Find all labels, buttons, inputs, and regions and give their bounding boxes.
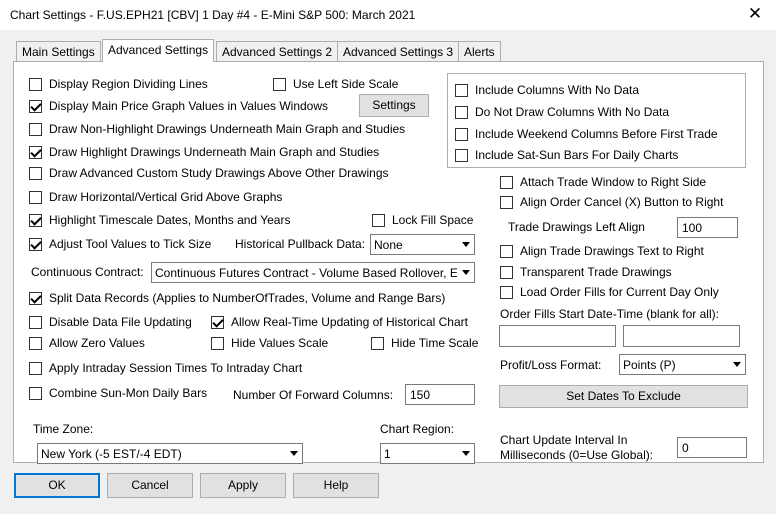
- disable-data-file-updating-checkbox[interactable]: Disable Data File Updating: [29, 314, 192, 330]
- tab-advanced-settings-2[interactable]: Advanced Settings 2: [216, 41, 339, 62]
- hide-values-scale-checkbox[interactable]: Hide Values Scale: [211, 335, 328, 351]
- tab-advanced-settings[interactable]: Advanced Settings: [102, 39, 215, 62]
- profit-loss-format-select[interactable]: Points (P): [619, 354, 746, 375]
- time-zone-select[interactable]: New York (-5 EST/-4 EDT): [37, 443, 303, 464]
- settings-button[interactable]: Settings: [359, 94, 429, 117]
- close-icon[interactable]: ✕: [740, 2, 770, 28]
- include-weekend-columns-checkbox[interactable]: Include Weekend Columns Before First Tra…: [455, 126, 718, 142]
- use-left-side-scale-checkbox[interactable]: Use Left Side Scale: [273, 76, 398, 92]
- chevron-down-icon[interactable]: [457, 444, 474, 463]
- chevron-down-icon[interactable]: [457, 235, 474, 254]
- checkbox-box[interactable]: [29, 77, 42, 91]
- do-not-draw-columns-no-data-checkbox[interactable]: Do Not Draw Columns With No Data: [455, 104, 669, 120]
- ok-button[interactable]: OK: [14, 473, 100, 498]
- order-fills-start-label: Order Fills Start Date-Time (blank for a…: [500, 307, 719, 321]
- forward-columns-label: Number Of Forward Columns:: [233, 388, 394, 402]
- allow-realtime-updating-checkbox[interactable]: Allow Real-Time Updating of Historical C…: [211, 314, 468, 330]
- draw-non-highlight-underneath-checkbox[interactable]: Draw Non-Highlight Drawings Underneath M…: [29, 121, 405, 137]
- chevron-down-icon[interactable]: [457, 263, 474, 282]
- set-dates-to-exclude-button[interactable]: Set Dates To Exclude: [499, 385, 748, 408]
- help-button[interactable]: Help: [293, 473, 379, 498]
- tab-alerts[interactable]: Alerts: [458, 41, 501, 62]
- combine-sun-mon-checkbox[interactable]: Combine Sun-Mon Daily Bars: [29, 385, 207, 401]
- include-columns-no-data-checkbox[interactable]: Include Columns With No Data: [455, 82, 639, 98]
- display-main-price-values-checkbox[interactable]: Display Main Price Graph Values in Value…: [29, 98, 328, 114]
- include-sat-sun-bars-checkbox[interactable]: Include Sat-Sun Bars For Daily Charts: [455, 147, 678, 163]
- update-interval-input[interactable]: 0: [677, 437, 747, 458]
- continuous-contract-select[interactable]: Continuous Futures Contract - Volume Bas…: [151, 262, 475, 283]
- attach-trade-window-checkbox[interactable]: Attach Trade Window to Right Side: [500, 174, 706, 190]
- transparent-trade-drawings-checkbox[interactable]: Transparent Trade Drawings: [500, 264, 672, 280]
- profit-loss-format-label: Profit/Loss Format:: [500, 358, 602, 372]
- tab-advanced-settings-3[interactable]: Advanced Settings 3: [337, 41, 460, 62]
- order-fills-start-time-input[interactable]: [623, 325, 740, 347]
- highlight-timescale-dates-checkbox[interactable]: Highlight Timescale Dates, Months and Ye…: [29, 212, 290, 228]
- update-interval-label-line1: Chart Update Interval In: [500, 433, 628, 447]
- allow-zero-values-checkbox[interactable]: Allow Zero Values: [29, 335, 145, 351]
- chart-region-select[interactable]: 1: [380, 443, 475, 464]
- window-title: Chart Settings - F.US.EPH21 [CBV] 1 Day …: [10, 8, 416, 22]
- apply-button[interactable]: Apply: [200, 473, 286, 498]
- tab-strip: Main Settings Advanced Settings Advanced…: [0, 30, 776, 62]
- tab-main-settings[interactable]: Main Settings: [16, 41, 101, 62]
- order-fills-start-date-input[interactable]: [499, 325, 616, 347]
- lock-fill-space-checkbox[interactable]: Lock Fill Space: [372, 212, 473, 228]
- adjust-tool-values-checkbox[interactable]: Adjust Tool Values to Tick Size: [29, 236, 211, 252]
- historical-pullback-select[interactable]: None: [370, 234, 475, 255]
- trade-drawings-left-align-label: Trade Drawings Left Align: [508, 220, 645, 234]
- load-order-fills-checkbox[interactable]: Load Order Fills for Current Day Only: [500, 284, 719, 300]
- split-data-records-checkbox[interactable]: Split Data Records (Applies to NumberOfT…: [29, 290, 445, 306]
- draw-advanced-custom-study-checkbox[interactable]: Draw Advanced Custom Study Drawings Abov…: [29, 165, 389, 181]
- update-interval-label-line2: Milliseconds (0=Use Global):: [500, 448, 654, 462]
- time-zone-label: Time Zone:: [33, 422, 94, 436]
- forward-columns-input[interactable]: 150: [405, 384, 475, 405]
- cancel-button[interactable]: Cancel: [107, 473, 193, 498]
- hide-time-scale-checkbox[interactable]: Hide Time Scale: [371, 335, 478, 351]
- align-trade-drawings-text-checkbox[interactable]: Align Trade Drawings Text to Right: [500, 243, 704, 259]
- chevron-down-icon[interactable]: [728, 355, 745, 374]
- chart-region-label: Chart Region:: [380, 422, 455, 436]
- draw-highlight-underneath-checkbox[interactable]: Draw Highlight Drawings Underneath Main …: [29, 144, 379, 160]
- display-region-dividing-lines-checkbox[interactable]: Display Region Dividing Lines: [29, 76, 208, 92]
- chevron-down-icon[interactable]: [285, 444, 302, 463]
- historical-pullback-label: Historical Pullback Data:: [235, 237, 366, 251]
- apply-intraday-session-checkbox[interactable]: Apply Intraday Session Times To Intraday…: [29, 360, 302, 376]
- draw-grid-above-checkbox[interactable]: Draw Horizontal/Vertical Grid Above Grap…: [29, 189, 282, 205]
- trade-drawings-left-align-input[interactable]: 100: [677, 217, 738, 238]
- continuous-contract-label: Continuous Contract:: [31, 265, 144, 279]
- align-order-cancel-checkbox[interactable]: Align Order Cancel (X) Button to Right: [500, 194, 723, 210]
